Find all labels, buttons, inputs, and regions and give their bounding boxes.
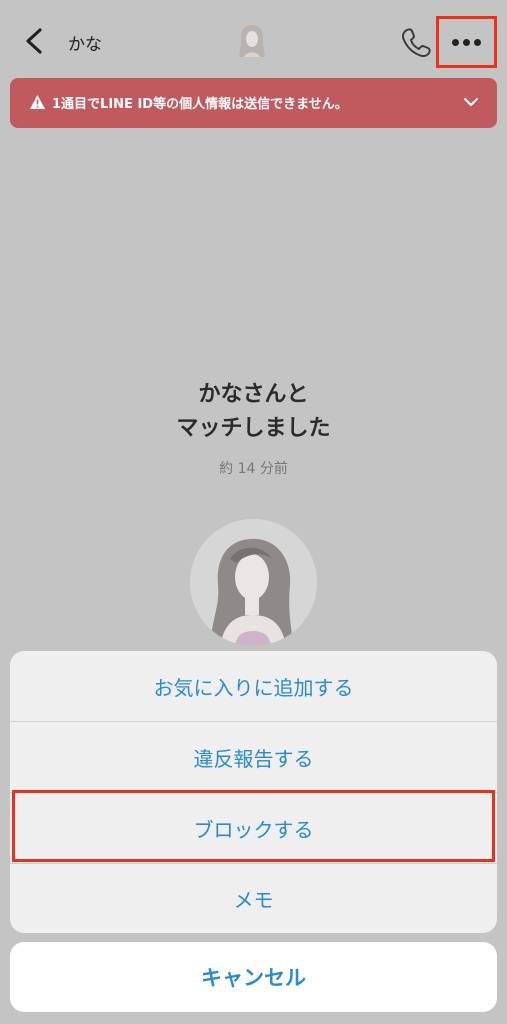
dot bbox=[452, 38, 459, 46]
woman-avatar-icon bbox=[239, 25, 265, 57]
warning-banner[interactable]: 1通目でLINE ID等の個人情報は送信できません。 bbox=[10, 78, 497, 128]
match-title: かなさんと マッチしました bbox=[0, 378, 507, 446]
memo-option[interactable]: メモ bbox=[10, 863, 497, 933]
warning-triangle-icon bbox=[30, 95, 45, 109]
screen: かな 1通目でLINE ID等の個人情報は送信できません。 かなさんと マッチし… bbox=[0, 0, 507, 1024]
block-highlight-box bbox=[12, 790, 495, 862]
phone-icon bbox=[402, 28, 431, 58]
match-time: 約 14 分前 bbox=[219, 461, 288, 477]
more-horizontal-icon bbox=[439, 19, 494, 65]
chevron-left-icon bbox=[26, 28, 42, 54]
back-button[interactable] bbox=[18, 24, 52, 58]
header-avatar[interactable] bbox=[234, 22, 270, 60]
add-favorite-option[interactable]: お気に入りに追加する bbox=[10, 651, 497, 721]
dot bbox=[474, 38, 481, 46]
call-button[interactable] bbox=[399, 24, 435, 60]
dot bbox=[463, 38, 470, 46]
woman-avatar-icon bbox=[190, 519, 317, 646]
partner-avatar[interactable] bbox=[190, 519, 317, 646]
match-title-line2: マッチしました bbox=[176, 416, 331, 441]
match-title-line1: かなさんと bbox=[198, 382, 309, 407]
report-violation-option[interactable]: 違反報告する bbox=[10, 722, 497, 792]
partner-name: かな bbox=[68, 35, 102, 55]
chevron-down-icon[interactable] bbox=[463, 95, 479, 109]
warning-text: 1通目でLINE ID等の個人情報は送信できません。 bbox=[52, 97, 348, 112]
cancel-button[interactable]: キャンセル bbox=[10, 942, 497, 1012]
chat-header: かな bbox=[0, 0, 507, 82]
more-options-button[interactable] bbox=[436, 16, 497, 68]
